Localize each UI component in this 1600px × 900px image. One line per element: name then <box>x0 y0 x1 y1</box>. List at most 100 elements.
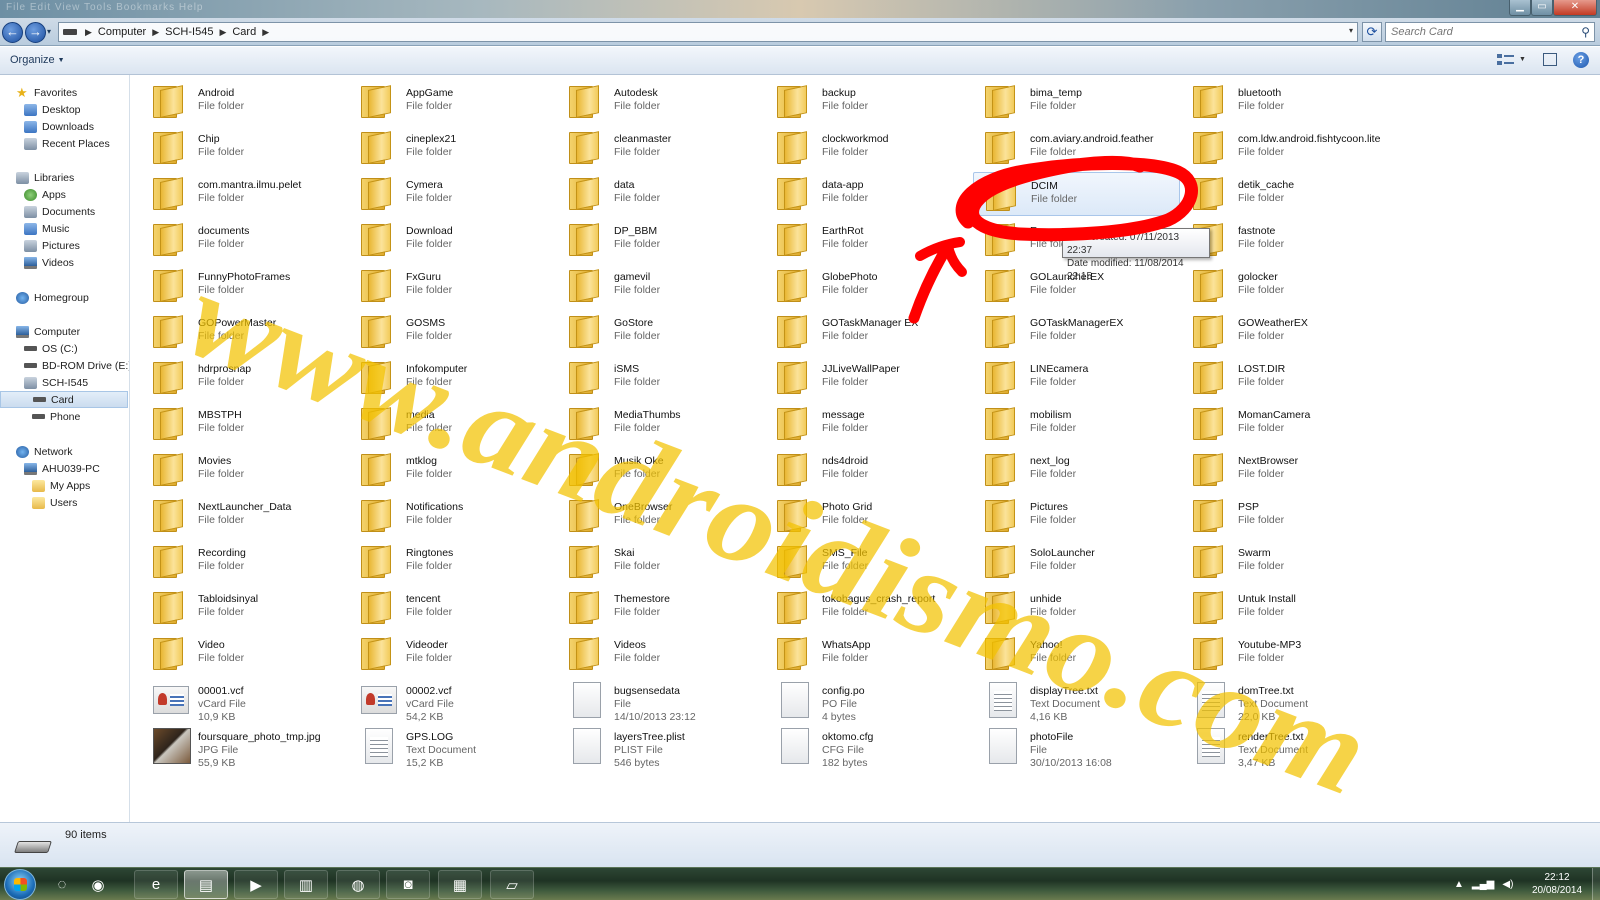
folder-item-gosms[interactable]: GOSMS File folder <box>349 310 556 354</box>
folder-item-next-log[interactable]: next_log File folder <box>973 448 1180 492</box>
folder-item-mbstph[interactable]: MBSTPH File folder <box>141 402 348 446</box>
start-button[interactable] <box>4 869 36 900</box>
book-icon[interactable]: ▥ <box>284 870 328 899</box>
chevron-right-icon[interactable]: ▶ <box>262 27 269 38</box>
camera-app-icon[interactable]: ◙ <box>386 870 430 899</box>
folder-item-mtklog[interactable]: mtklog File folder <box>349 448 556 492</box>
folder-item-gopowermaster[interactable]: GOPowerMaster File folder <box>141 310 348 354</box>
folder-item-download[interactable]: Download File folder <box>349 218 556 262</box>
chevron-right-icon[interactable]: ▶ <box>152 27 159 38</box>
folder-item-swarm[interactable]: Swarm File folder <box>1181 540 1388 584</box>
nav-item-bd-rom-drive-e-s[interactable]: BD-ROM Drive (E:) S <box>24 357 129 374</box>
clock[interactable]: 22:12 20/08/2014 <box>1527 871 1587 897</box>
folder-item-tabloidsinyal[interactable]: Tabloidsinyal File folder <box>141 586 348 630</box>
nav-item-my-apps[interactable]: My Apps <box>32 477 90 494</box>
folder-item-lost-dir[interactable]: LOST.DIR File folder <box>1181 356 1388 400</box>
folder-item-golocker[interactable]: golocker File folder <box>1181 264 1388 308</box>
folder-item-fastnote[interactable]: fastnote File folder <box>1181 218 1388 262</box>
nav-item-recent-places[interactable]: Recent Places <box>24 135 110 152</box>
folder-item-notifications[interactable]: Notifications File folder <box>349 494 556 538</box>
refresh-button[interactable]: ⟳ <box>1362 22 1382 42</box>
close-button[interactable]: ✕ <box>1553 0 1597 16</box>
folder-item-mediathumbs[interactable]: MediaThumbs File folder <box>557 402 764 446</box>
file-item-00002-vcf[interactable]: 00002.vcf vCard File 54,2 KB <box>349 678 556 723</box>
preview-pane-button[interactable] <box>1543 53 1557 66</box>
nav-item-downloads[interactable]: Downloads <box>24 118 94 135</box>
folder-item-nds4droid[interactable]: nds4droid File folder <box>765 448 972 492</box>
explorer-icon[interactable]: ▤ <box>184 870 228 899</box>
nav-item-documents[interactable]: Documents <box>24 203 95 220</box>
folder-item-mobilism[interactable]: mobilism File folder <box>973 402 1180 446</box>
nav-item-music[interactable]: Music <box>24 220 69 237</box>
nav-item-videos[interactable]: Videos <box>24 254 74 271</box>
nav-item-card[interactable]: Card <box>0 391 128 408</box>
folder-item-sms-file[interactable]: SMS_File File folder <box>765 540 972 584</box>
folder-item-com-aviary-android-feather[interactable]: com.aviary.android.feather File folder <box>973 126 1180 170</box>
folder-item-nextbrowser[interactable]: NextBrowser File folder <box>1181 448 1388 492</box>
nav-item-network[interactable]: Network <box>16 443 73 460</box>
nav-item-apps[interactable]: Apps <box>24 186 66 203</box>
file-item-foursquare-photo-tmp-jpg[interactable]: foursquare_photo_tmp.jpg JPG File 55,9 KB <box>141 724 348 769</box>
folder-item-youtube-mp3[interactable]: Youtube-MP3 File folder <box>1181 632 1388 676</box>
folder-item-psp[interactable]: PSP File folder <box>1181 494 1388 538</box>
nav-item-users[interactable]: Users <box>32 494 77 511</box>
file-item-domtree-txt[interactable]: domTree.txt Text Document 22,0 KB <box>1181 678 1388 723</box>
address-bar[interactable]: ▶ Computer ▶ SCH-I545 ▶ Card ▶ ▾ <box>58 22 1358 42</box>
folder-item-dcim[interactable]: DCIM File folder <box>973 172 1180 216</box>
folder-item-unhide[interactable]: unhide File folder <box>973 586 1180 630</box>
nav-item-homegroup[interactable]: Homegroup <box>16 289 89 306</box>
folder-item-gotaskmanager-ex[interactable]: GOTaskManager EX File folder <box>765 310 972 354</box>
folder-item-themestore[interactable]: Themestore File folder <box>557 586 764 630</box>
search-icon[interactable]: ⚲ <box>1581 25 1590 39</box>
folder-item-jjlivewallpaper[interactable]: JJLiveWallPaper File folder <box>765 356 972 400</box>
folder-item-isms[interactable]: iSMS File folder <box>557 356 764 400</box>
folder-item-video[interactable]: Video File folder <box>141 632 348 676</box>
breadcrumb-computer[interactable]: Computer <box>98 26 146 38</box>
volume-icon[interactable]: ◀) <box>1502 879 1513 890</box>
folder-item-detik-cache[interactable]: detik_cache File folder <box>1181 172 1388 216</box>
file-item-layerstree-plist[interactable]: layersTree.plist PLIST File 546 bytes <box>557 724 764 769</box>
forward-button[interactable]: → <box>25 22 46 43</box>
file-item-photofile[interactable]: photoFile File 30/10/2013 16:08 <box>973 724 1180 769</box>
folder-item-videoder[interactable]: Videoder File folder <box>349 632 556 676</box>
tray-overflow-icon[interactable]: ▲ <box>1454 879 1464 890</box>
folder-item-data[interactable]: data File folder <box>557 172 764 216</box>
folder-item-hdrprosnap[interactable]: hdrprosnap File folder <box>141 356 348 400</box>
folder-item-globephoto[interactable]: GlobePhoto File folder <box>765 264 972 308</box>
folder-item-ringtones[interactable]: Ringtones File folder <box>349 540 556 584</box>
folder-item-funnyphotoframes[interactable]: FunnyPhotoFrames File folder <box>141 264 348 308</box>
file-item-displaytree-txt[interactable]: displayTree.txt Text Document 4,16 KB <box>973 678 1180 723</box>
folder-item-com-ldw-android-fishtycoon-lite[interactable]: com.ldw.android.fishtycoon.lite File fold… <box>1181 126 1388 170</box>
folder-item-onebrowser[interactable]: OneBrowser File folder <box>557 494 764 538</box>
folder-item-message[interactable]: message File folder <box>765 402 972 446</box>
nav-item-sch-i545[interactable]: SCH-I545 <box>24 374 88 391</box>
search-input[interactable] <box>1386 23 1566 41</box>
change-view-button[interactable] <box>1497 53 1515 67</box>
remote-desktop-icon[interactable]: ▦ <box>438 870 482 899</box>
folder-item-untuk-install[interactable]: Untuk Install File folder <box>1181 586 1388 630</box>
file-item-oktomo-cfg[interactable]: oktomo.cfg CFG File 182 bytes <box>765 724 972 769</box>
folder-item-whatsapp[interactable]: WhatsApp File folder <box>765 632 972 676</box>
organize-button[interactable]: Organize ▼ <box>10 54 65 66</box>
minimize-button[interactable]: ▁ <box>1509 0 1531 16</box>
folder-item-photo-grid[interactable]: Photo Grid File folder <box>765 494 972 538</box>
file-item-00001-vcf[interactable]: 00001.vcf vCard File 10,9 KB <box>141 678 348 723</box>
notepad-icon[interactable]: ▱ <box>490 870 534 899</box>
folder-item-dp-bbm[interactable]: DP_BBM File folder <box>557 218 764 262</box>
folder-item-videos[interactable]: Videos File folder <box>557 632 764 676</box>
chrome-icon[interactable]: ◉ <box>82 870 114 899</box>
help-button[interactable]: ? <box>1573 52 1589 68</box>
folder-item-nextlauncher-data[interactable]: NextLauncher_Data File folder <box>141 494 348 538</box>
folder-item-tencent[interactable]: tencent File folder <box>349 586 556 630</box>
folder-item-backup[interactable]: backup File folder <box>765 80 972 124</box>
folder-item-clockworkmod[interactable]: clockworkmod File folder <box>765 126 972 170</box>
show-desktop-button[interactable] <box>1592 868 1600 900</box>
folder-item-skai[interactable]: Skai File folder <box>557 540 764 584</box>
firefox-icon[interactable]: ◍ <box>336 870 380 899</box>
folder-item-goweatherex[interactable]: GOWeatherEX File folder <box>1181 310 1388 354</box>
folder-item-pictures[interactable]: Pictures File folder <box>973 494 1180 538</box>
file-item-gps-log[interactable]: GPS.LOG Text Document 15,2 KB <box>349 724 556 769</box>
nav-item-ahu039-pc[interactable]: AHU039-PC <box>24 460 100 477</box>
folder-item-earthrot[interactable]: EarthRot File folder <box>765 218 972 262</box>
folder-item-movies[interactable]: Movies File folder <box>141 448 348 492</box>
